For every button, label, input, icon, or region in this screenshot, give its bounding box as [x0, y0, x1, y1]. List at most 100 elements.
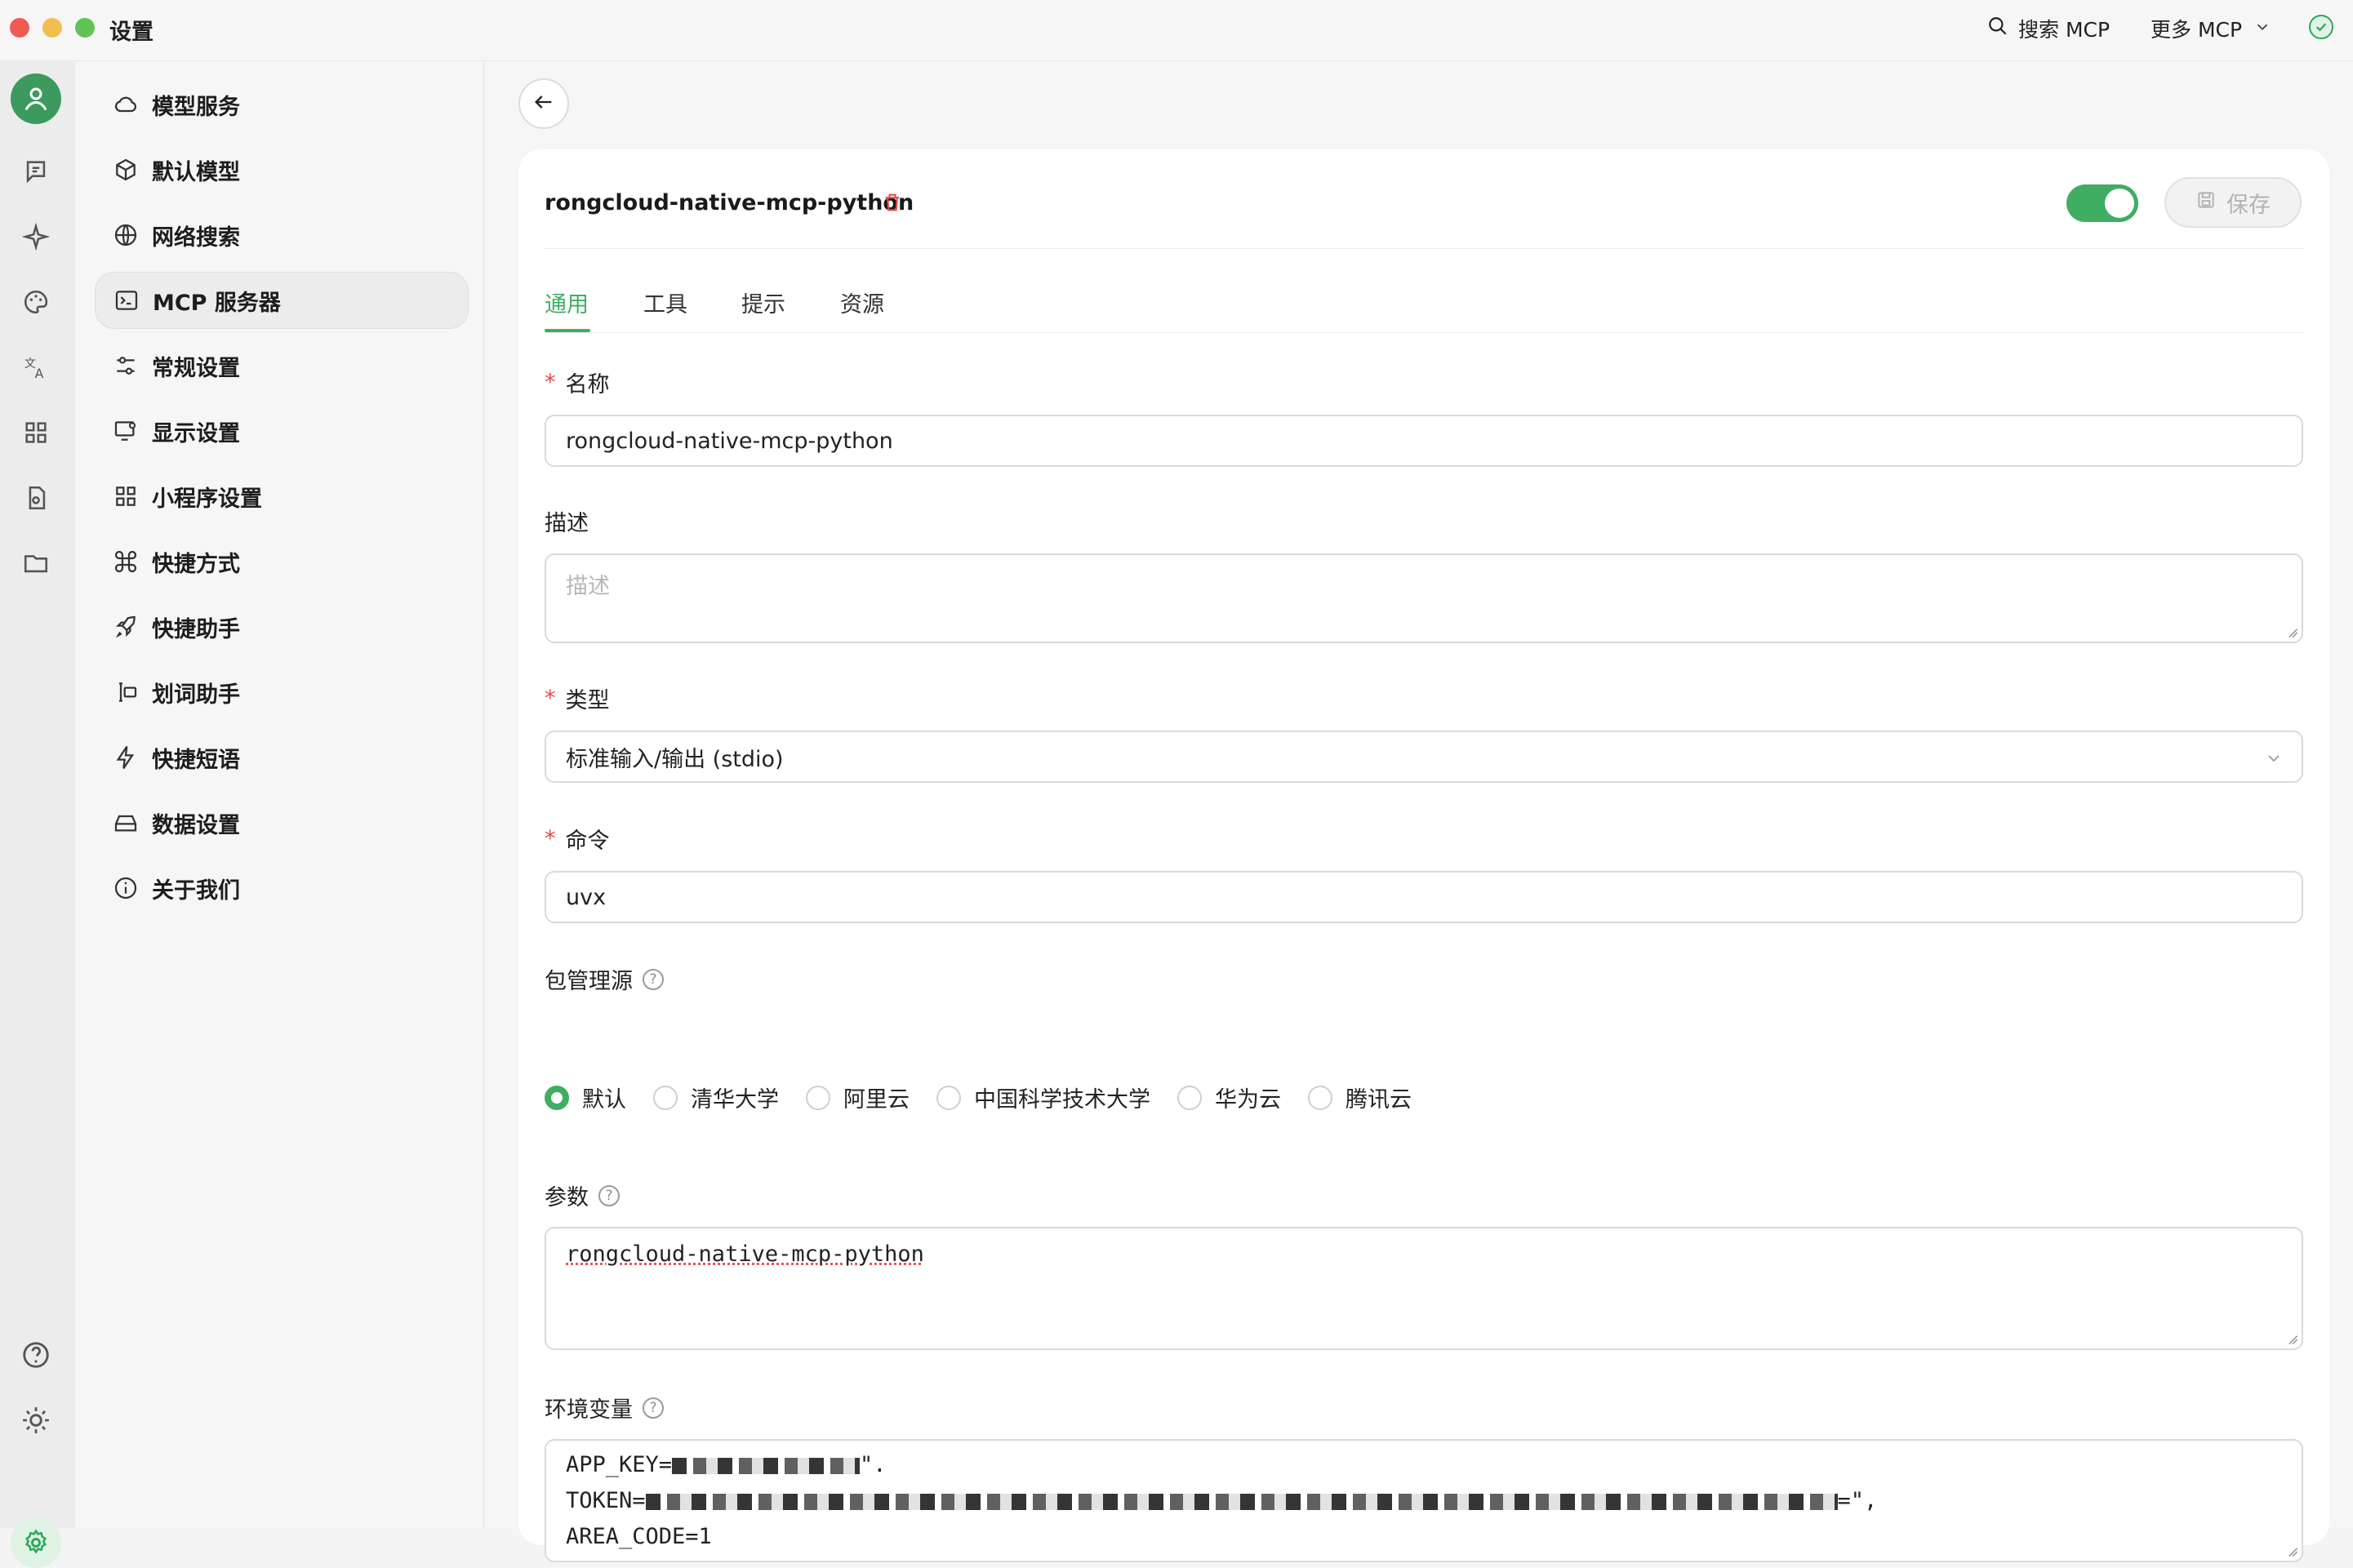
radio-icon	[936, 1085, 961, 1110]
sidebar-item-label: MCP 服务器	[153, 290, 281, 316]
header-divider	[545, 248, 2303, 249]
radio-icon	[1177, 1085, 1202, 1110]
registry-radio-group: 默认 清华大学 阿里云 中国科学技术大学 华为云 腾讯云	[545, 1082, 1439, 1113]
registry-option-huawei[interactable]: 华为云	[1177, 1082, 1281, 1113]
tab-resources[interactable]: 资源	[840, 287, 884, 318]
help-icon[interactable]: ?	[598, 1184, 620, 1206]
registry-label: 包管理源?	[545, 963, 664, 995]
search-icon	[1987, 16, 2008, 42]
type-value: 标准输入/输出 (stdio)	[566, 746, 784, 772]
type-select[interactable]: 标准输入/输出 (stdio)	[545, 731, 2303, 783]
help-icon[interactable]: ?	[643, 968, 664, 990]
translate-icon[interactable]: 文A	[20, 351, 52, 384]
registry-option-tencent[interactable]: 腾讯云	[1308, 1082, 1412, 1113]
sidebar-item-default-model[interactable]: 默认模型	[95, 141, 469, 198]
folder-icon[interactable]	[20, 547, 52, 580]
command-icon	[111, 547, 140, 576]
params-textarea[interactable]: rongcloud-native-mcp-python	[545, 1227, 2303, 1350]
sidebar-item-display-settings[interactable]: 显示设置	[95, 402, 469, 460]
resize-handle-icon[interactable]	[2287, 1334, 2298, 1345]
sidebar-item-label: 模型服务	[152, 94, 240, 120]
sidebar-item-label: 划词助手	[152, 682, 240, 708]
apps-grid-icon[interactable]	[20, 416, 52, 449]
rocket-icon	[111, 612, 140, 642]
tab-prompts[interactable]: 提示	[741, 287, 785, 318]
sidebar-item-mcp-servers[interactable]: MCP 服务器	[95, 272, 469, 329]
sidebar-item-web-search[interactable]: 网络搜索	[95, 207, 469, 264]
registry-option-ustc[interactable]: 中国科学技术大学	[936, 1082, 1150, 1113]
save-icon	[2195, 189, 2217, 216]
resize-handle-icon[interactable]	[2287, 1546, 2298, 1557]
theme-icon[interactable]	[20, 1404, 52, 1437]
description-textarea[interactable]: 描述	[545, 553, 2303, 643]
radio-icon	[545, 1085, 569, 1110]
sidebar-item-label: 小程序设置	[152, 486, 262, 512]
document-search-icon[interactable]	[20, 482, 52, 514]
env-line-area-code: AREA_CODE=1	[566, 1524, 712, 1549]
sidebar-item-label: 快捷方式	[152, 551, 240, 577]
trash-icon[interactable]	[881, 190, 904, 218]
tabs-divider	[545, 332, 2303, 333]
search-mcp-button[interactable]: 搜索 MCP	[1987, 14, 2110, 43]
sidebar-item-model-service[interactable]: 模型服务	[95, 76, 469, 133]
command-input[interactable]: uvx	[545, 871, 2303, 923]
main-content: rongcloud-native-mcp-python 保存 通用 工具 提示 …	[484, 61, 2353, 1562]
sidebar-item-data-settings[interactable]: 数据设置	[95, 794, 469, 851]
user-avatar[interactable]	[11, 73, 61, 124]
type-label: * 类型	[545, 686, 610, 713]
required-marker: *	[545, 370, 556, 395]
help-icon[interactable]: ?	[643, 1397, 664, 1419]
sidebar-item-label: 默认模型	[152, 159, 240, 185]
description-label: 描述	[545, 511, 589, 536]
sidebar-item-label: 网络搜索	[152, 224, 240, 251]
chevron-down-icon	[2268, 755, 2280, 762]
sidebar-item-quick-phrases[interactable]: 快捷短语	[95, 729, 469, 786]
sidebar-item-general-settings[interactable]: 常规设置	[95, 337, 469, 394]
help-icon[interactable]	[20, 1339, 52, 1371]
cube-icon	[111, 155, 140, 184]
check-circle-icon[interactable]	[2309, 15, 2333, 39]
minimize-window-button[interactable]	[42, 18, 62, 38]
maximize-window-button[interactable]	[75, 18, 95, 38]
sidebar-item-label: 常规设置	[152, 355, 240, 381]
params-label: 参数?	[545, 1179, 620, 1211]
chevron-down-icon	[2253, 17, 2271, 41]
name-input[interactable]: rongcloud-native-mcp-python	[545, 415, 2303, 467]
tab-tools[interactable]: 工具	[643, 287, 687, 318]
env-line-token: TOKEN= =",	[566, 1488, 1878, 1513]
sliders-icon	[111, 351, 140, 380]
primary-icon-bar: 文A	[0, 61, 75, 1568]
storage-icon	[111, 808, 140, 837]
resize-handle-icon[interactable]	[2287, 627, 2298, 638]
sidebar-item-label: 显示设置	[152, 420, 240, 446]
sidebar-item-shortcuts[interactable]: 快捷方式	[95, 533, 469, 590]
env-label: 环境变量?	[545, 1392, 664, 1424]
sparkle-icon[interactable]	[20, 220, 52, 253]
tab-general[interactable]: 通用	[545, 287, 589, 318]
cloud-icon	[111, 90, 140, 119]
palette-icon[interactable]	[20, 286, 52, 318]
save-button[interactable]: 保存	[2164, 177, 2302, 228]
env-textarea[interactable]: APP_KEY= ". TOKEN= =", AREA_CODE=1	[545, 1439, 2303, 1562]
sidebar-item-about[interactable]: 关于我们	[95, 860, 469, 917]
command-label: * 命令	[545, 826, 610, 854]
env-line-app-key: APP_KEY= ".	[566, 1452, 887, 1477]
window-title: 设置	[109, 20, 153, 45]
back-button[interactable]	[518, 78, 569, 129]
registry-option-default[interactable]: 默认	[545, 1082, 626, 1113]
server-enabled-toggle[interactable]	[2066, 184, 2138, 222]
save-label: 保存	[2226, 192, 2271, 218]
chat-icon[interactable]	[20, 155, 52, 188]
more-mcp-dropdown[interactable]: 更多 MCP	[2151, 14, 2271, 43]
required-marker: *	[545, 826, 556, 851]
settings-sidebar: 模型服务 默认模型 网络搜索 MCP 服务器 常规设置 显示设置 小程序设置 快…	[77, 61, 484, 1528]
registry-option-tsinghua[interactable]: 清华大学	[653, 1082, 779, 1113]
sidebar-item-mini-program-settings[interactable]: 小程序设置	[95, 468, 469, 525]
registry-option-aliyun[interactable]: 阿里云	[806, 1082, 910, 1113]
settings-gear-icon[interactable]	[11, 1517, 61, 1568]
sidebar-item-selection-assistant[interactable]: 划词助手	[95, 664, 469, 721]
sidebar-item-quick-assistant[interactable]: 快捷助手	[95, 598, 469, 655]
sidebar-item-label: 快捷助手	[152, 616, 240, 642]
close-window-button[interactable]	[10, 18, 29, 38]
name-label: * 名称	[545, 370, 610, 398]
